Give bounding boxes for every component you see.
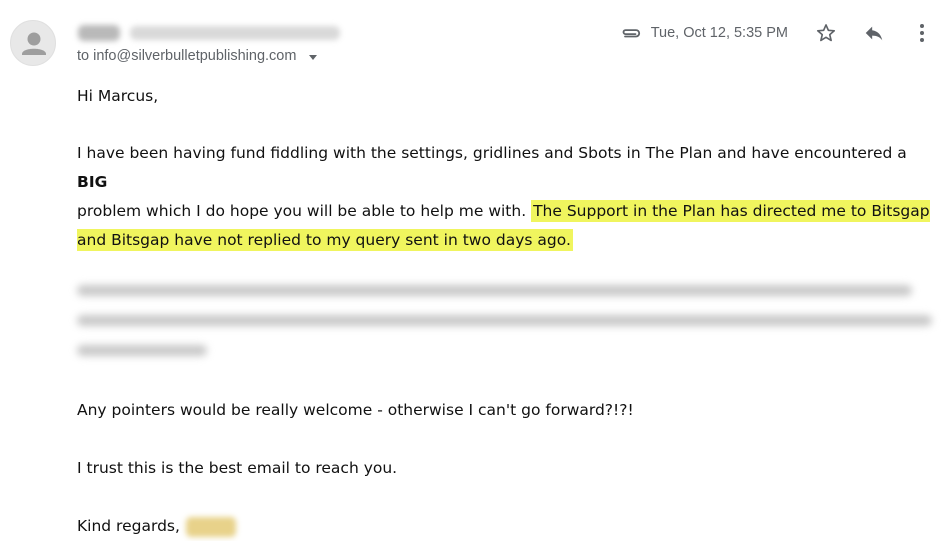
redacted-paragraph	[77, 277, 937, 367]
paragraph-problem: I have been having fund fiddling with th…	[77, 139, 937, 255]
emphasis-big: BIG	[77, 173, 108, 191]
reply-icon	[865, 26, 883, 41]
redacted-line	[77, 345, 207, 356]
paragraph-pointers: Any pointers would be really welcome - o…	[77, 401, 634, 419]
redacted-line	[77, 315, 932, 326]
redacted-signature	[185, 516, 236, 537]
recipient-label: to info@silverbulletpublishing.com	[77, 48, 297, 64]
more-options-button[interactable]	[910, 21, 934, 45]
sender-row	[78, 22, 340, 44]
recipient-row: to info@silverbulletpublishing.com	[77, 48, 318, 64]
chevron-down-icon[interactable]	[309, 54, 318, 60]
redacted-sender-email	[130, 26, 340, 40]
reply-button[interactable]	[862, 21, 886, 45]
star-icon	[816, 24, 836, 42]
message-date: Tue, Oct 12, 5:35 PM	[650, 25, 788, 41]
signoff-text: Kind regards,	[77, 517, 180, 535]
paragraph-best-email: I trust this is the best email to reach …	[77, 459, 398, 477]
paragraph-problem-text: I have been having fund fiddling with th…	[77, 144, 907, 162]
redacted-line	[77, 285, 912, 296]
greeting: Hi Marcus,	[77, 87, 159, 105]
sender-avatar[interactable]	[10, 20, 56, 66]
person-avatar-icon	[22, 32, 46, 55]
message-meta: Tue, Oct 12, 5:35 PM	[620, 20, 934, 46]
redacted-sender-name	[78, 25, 120, 41]
paperclip-icon	[622, 29, 640, 38]
signoff: Kind regards,	[77, 512, 937, 541]
more-vert-icon	[920, 24, 924, 42]
paragraph-problem-line2: problem which I do hope you will be able…	[77, 202, 532, 220]
message-body: Hi Marcus, I have been having fund fiddl…	[77, 82, 937, 541]
star-button[interactable]	[814, 21, 838, 45]
